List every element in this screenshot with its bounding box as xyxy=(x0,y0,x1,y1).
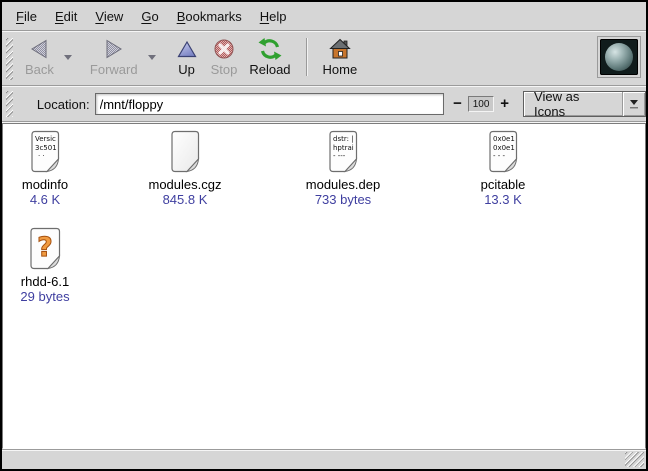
home-button[interactable]: Home xyxy=(317,35,364,79)
stop-icon xyxy=(212,37,236,61)
file-manager-window: File Edit View Go Bookmarks Help Back xyxy=(0,0,648,471)
svg-text:- ---: - --- xyxy=(333,152,346,160)
svg-text:0x0e1: 0x0e1 xyxy=(493,135,515,143)
file-view[interactable]: Versic 3c501 · · modinfo 4.6 K modules.c… xyxy=(2,123,646,449)
reload-icon xyxy=(258,37,282,61)
text-file-icon: dstr: | hptrai - --- xyxy=(326,130,360,174)
reload-button[interactable]: Reload xyxy=(243,35,296,79)
file-item-pcitable[interactable]: 0x0e1 0x0e1 - - - pcitable 13.3 K xyxy=(433,130,573,207)
back-history-dropdown[interactable] xyxy=(60,50,76,64)
forward-button[interactable]: Forward xyxy=(84,35,144,79)
view-mode-label: View as Icons xyxy=(524,92,622,116)
location-input[interactable] xyxy=(95,93,445,115)
blank-file-icon xyxy=(168,130,202,174)
file-item-rhdd[interactable]: ? rhdd-6.1 29 bytes xyxy=(3,227,87,304)
file-name: pcitable xyxy=(481,177,526,192)
chevron-down-icon xyxy=(148,55,156,60)
text-file-icon: 0x0e1 0x0e1 - - - xyxy=(486,130,520,174)
toolbar: Back Forward Up xyxy=(2,32,646,85)
svg-text:· ·: · · xyxy=(38,152,45,160)
location-bar: Location: − 100 + View as Icons xyxy=(2,87,646,121)
throbber-frame xyxy=(600,39,638,75)
menu-edit[interactable]: Edit xyxy=(46,4,86,29)
locationbar-drag-handle[interactable] xyxy=(6,91,13,117)
zoom-out-button[interactable]: − xyxy=(450,96,465,112)
toolbar-drag-handle[interactable] xyxy=(6,38,13,80)
svg-text:?: ? xyxy=(37,232,53,263)
resize-grip[interactable] xyxy=(625,452,644,467)
dropdown-dash xyxy=(630,107,638,109)
text-file-icon: Versic 3c501 · · xyxy=(28,130,62,174)
up-button[interactable]: Up xyxy=(169,35,205,79)
svg-text:3c501: 3c501 xyxy=(35,144,57,152)
zoom-in-button[interactable]: + xyxy=(497,96,512,112)
svg-text:dstr: |: dstr: | xyxy=(333,135,354,143)
menu-go[interactable]: Go xyxy=(132,4,167,29)
unknown-file-icon: ? xyxy=(26,227,64,271)
view-mode-dropdown[interactable]: View as Icons xyxy=(523,91,646,117)
menu-bookmarks[interactable]: Bookmarks xyxy=(168,4,251,29)
svg-text:hptrai: hptrai xyxy=(333,144,354,152)
file-name: modules.dep xyxy=(306,177,380,192)
view-mode-arrow[interactable] xyxy=(622,92,645,116)
chevron-down-icon xyxy=(630,100,638,105)
up-icon xyxy=(175,37,199,61)
file-name: rhdd-6.1 xyxy=(21,274,69,289)
location-label: Location: xyxy=(37,97,90,112)
file-name: modules.cgz xyxy=(149,177,222,192)
chevron-down-icon xyxy=(64,55,72,60)
throbber xyxy=(597,36,641,78)
svg-text:Versic: Versic xyxy=(35,135,56,143)
file-size: 733 bytes xyxy=(315,192,371,207)
back-button[interactable]: Back xyxy=(19,35,60,79)
file-size: 29 bytes xyxy=(20,289,69,304)
menu-file[interactable]: File xyxy=(7,4,46,29)
status-bar xyxy=(2,449,646,469)
zoom-level-indicator[interactable]: 100 xyxy=(468,96,494,112)
forward-icon xyxy=(102,37,126,61)
svg-text:0x0e1: 0x0e1 xyxy=(493,144,515,152)
file-item-modules-cgz[interactable]: modules.cgz 845.8 K xyxy=(115,130,255,207)
file-item-modinfo[interactable]: Versic 3c501 · · modinfo 4.6 K xyxy=(3,130,87,207)
file-name: modinfo xyxy=(22,177,68,192)
file-size: 845.8 K xyxy=(163,192,208,207)
stop-button[interactable]: Stop xyxy=(205,35,244,79)
menu-bar: File Edit View Go Bookmarks Help xyxy=(2,2,646,30)
menu-view[interactable]: View xyxy=(86,4,132,29)
toolbar-separator xyxy=(306,38,308,76)
file-size: 4.6 K xyxy=(30,192,60,207)
forward-history-dropdown[interactable] xyxy=(144,50,160,64)
throbber-orb-icon xyxy=(605,43,633,71)
menu-help[interactable]: Help xyxy=(251,4,296,29)
svg-text:- - -: - - - xyxy=(493,152,506,160)
file-item-modules-dep[interactable]: dstr: | hptrai - --- modules.dep 733 byt… xyxy=(273,130,413,207)
file-size: 13.3 K xyxy=(484,192,522,207)
back-icon xyxy=(27,37,51,61)
home-icon xyxy=(328,37,352,61)
